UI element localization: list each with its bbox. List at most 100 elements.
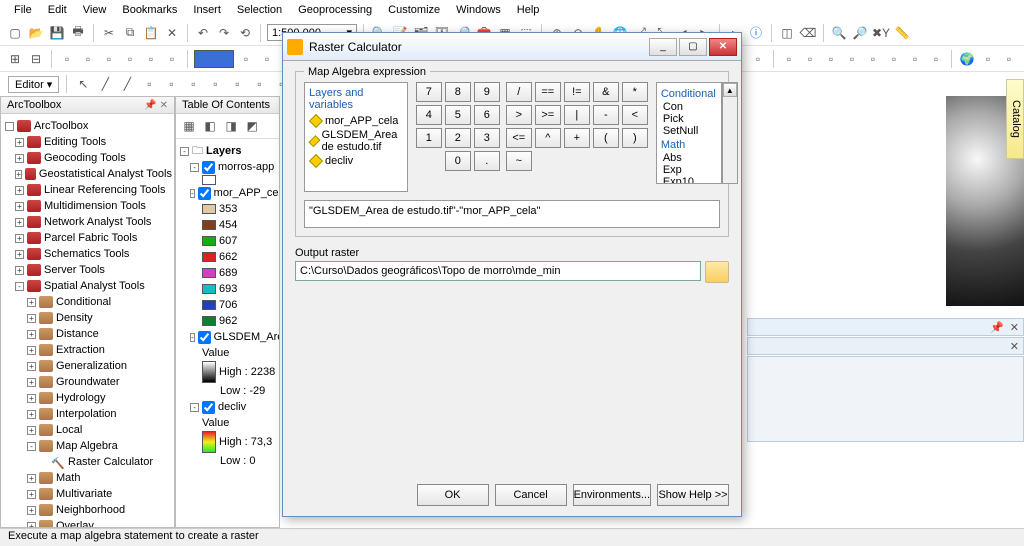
menu-selection[interactable]: Selection xyxy=(233,2,286,18)
pin-icon[interactable]: 📌 ✕ xyxy=(144,100,168,111)
measure-icon[interactable]: 📏 xyxy=(893,24,911,42)
op-btn[interactable]: & xyxy=(593,82,619,102)
key-5[interactable]: 5 xyxy=(445,105,471,125)
ok-button[interactable]: OK xyxy=(417,484,489,506)
save-icon[interactable]: 💾 xyxy=(48,24,66,42)
key-4[interactable]: 4 xyxy=(416,105,442,125)
find-icon[interactable]: 🔍 xyxy=(830,24,848,42)
op-btn[interactable]: - xyxy=(593,105,619,125)
new-icon[interactable]: ▢ xyxy=(6,24,24,42)
ed-ico4[interactable]: ▫ xyxy=(140,75,158,93)
op-btn[interactable]: ) xyxy=(622,128,648,148)
key-.[interactable]: . xyxy=(474,151,500,171)
edit8-icon[interactable]: ▫ xyxy=(258,50,276,68)
select-feat-icon[interactable]: ◫ xyxy=(778,24,796,42)
op-btn[interactable]: == xyxy=(535,82,561,102)
edit5-icon[interactable]: ▫ xyxy=(142,50,160,68)
key-8[interactable]: 8 xyxy=(445,82,471,102)
func-item[interactable]: Exp10 xyxy=(661,176,717,184)
output-raster-input[interactable] xyxy=(295,261,701,281)
identify-icon[interactable]: ⓘ xyxy=(747,24,765,42)
menu-edit[interactable]: Edit xyxy=(44,2,71,18)
na6-icon[interactable]: ▫ xyxy=(885,50,903,68)
editor-dropdown[interactable]: Editor ▾ xyxy=(8,76,59,93)
browse-folder-button[interactable] xyxy=(705,261,729,283)
undo-icon[interactable]: ↶ xyxy=(194,24,212,42)
na9-icon[interactable]: ▫ xyxy=(979,50,997,68)
ed-ico7[interactable]: ▫ xyxy=(206,75,224,93)
edit2-icon[interactable]: ▫ xyxy=(79,50,97,68)
na8-icon[interactable]: ▫ xyxy=(927,50,945,68)
globe-icon[interactable]: 🌍 xyxy=(958,50,976,68)
find-route-icon[interactable]: 🔎 xyxy=(851,24,869,42)
menu-file[interactable]: File xyxy=(10,2,36,18)
ed-ico1[interactable]: ↖ xyxy=(74,75,92,93)
na3-icon[interactable]: ▫ xyxy=(822,50,840,68)
menu-customize[interactable]: Customize xyxy=(384,2,444,18)
layer-item[interactable]: decliv xyxy=(309,154,403,168)
toc-buttons[interactable]: ▦ ◧ ◨ ◩ xyxy=(176,114,279,139)
op-btn[interactable]: <= xyxy=(506,128,532,148)
georef-icon[interactable]: ⊞ xyxy=(6,50,24,68)
op-btn[interactable]: ~ xyxy=(506,151,532,171)
func-item[interactable]: SetNull xyxy=(661,125,717,137)
ed-ico3[interactable]: ╱ xyxy=(118,75,136,93)
print-icon[interactable]: 🖶 xyxy=(69,24,87,42)
docked-panel-3[interactable]: . xyxy=(747,356,1024,442)
key-3[interactable]: 3 xyxy=(474,128,500,148)
edit3-icon[interactable]: ▫ xyxy=(100,50,118,68)
func-item[interactable]: Exp xyxy=(661,164,717,176)
dialog-titlebar[interactable]: Raster Calculator _ ▢ ✕ xyxy=(283,33,741,61)
op-btn[interactable]: < xyxy=(622,105,648,125)
edit4-icon[interactable]: ▫ xyxy=(121,50,139,68)
layer-combo[interactable] xyxy=(194,50,234,68)
func-item[interactable]: Con xyxy=(661,101,717,113)
pin-icon[interactable]: 📌 xyxy=(990,321,1004,334)
op-btn[interactable]: + xyxy=(564,128,590,148)
functions-scrollbar[interactable]: ▲ xyxy=(722,82,738,184)
op-btn[interactable]: * xyxy=(622,82,648,102)
menu-help[interactable]: Help xyxy=(513,2,544,18)
op-btn[interactable]: > xyxy=(506,105,532,125)
edit7-icon[interactable]: ▫ xyxy=(237,50,255,68)
key-7[interactable]: 7 xyxy=(416,82,442,102)
arctoolbox-tree[interactable]: ArcToolbox+Editing Tools+Geocoding Tools… xyxy=(1,114,174,527)
close-button[interactable]: ✕ xyxy=(709,38,737,56)
scroll-up-icon[interactable]: ▲ xyxy=(723,83,737,97)
minimize-button[interactable]: _ xyxy=(649,38,677,56)
docked-panel-1[interactable]: 📌✕ xyxy=(747,318,1024,336)
redo-icon[interactable]: ↷ xyxy=(215,24,233,42)
toc-tree[interactable]: -🗀Layers- morros-app- mor_APP_cela353454… xyxy=(176,139,279,527)
delete-icon[interactable]: ✕ xyxy=(163,24,181,42)
maximize-button[interactable]: ▢ xyxy=(679,38,707,56)
na7-icon[interactable]: ▫ xyxy=(906,50,924,68)
menu-windows[interactable]: Windows xyxy=(452,2,505,18)
close-icon[interactable]: ✕ xyxy=(1010,321,1019,334)
func-item[interactable]: Pick xyxy=(661,113,717,125)
op-btn[interactable]: | xyxy=(564,105,590,125)
ed-ico6[interactable]: ▫ xyxy=(184,75,202,93)
na4-icon[interactable]: ▫ xyxy=(843,50,861,68)
key-2[interactable]: 2 xyxy=(445,128,471,148)
menu-view[interactable]: View xyxy=(79,2,111,18)
na1-icon[interactable]: ▫ xyxy=(780,50,798,68)
georef2-icon[interactable]: ⊟ xyxy=(27,50,45,68)
cancel-button[interactable]: Cancel xyxy=(495,484,567,506)
layer-item[interactable]: mor_APP_cela xyxy=(309,114,403,128)
na2-icon[interactable]: ▫ xyxy=(801,50,819,68)
na10-icon[interactable]: ▫ xyxy=(1000,50,1018,68)
cut-icon[interactable]: ✂ xyxy=(100,24,118,42)
edit6-icon[interactable]: ▫ xyxy=(163,50,181,68)
functions-list[interactable]: ConditionalConPickSetNullMathAbsExpExp10 xyxy=(656,82,722,184)
goto-xy-icon[interactable]: ✖Y xyxy=(872,24,890,42)
menu-geoprocessing[interactable]: Geoprocessing xyxy=(294,2,376,18)
expression-box[interactable]: "GLSDEM_Area de estudo.tif"-"mor_APP_cel… xyxy=(304,200,720,228)
layer-item[interactable]: GLSDEM_Area de estudo.tif xyxy=(309,128,403,154)
menu-bookmarks[interactable]: Bookmarks xyxy=(118,2,181,18)
op-btn[interactable]: ^ xyxy=(535,128,561,148)
sa-ico6[interactable]: ▫ xyxy=(749,50,767,68)
ed-ico5[interactable]: ▫ xyxy=(162,75,180,93)
op-btn[interactable]: >= xyxy=(535,105,561,125)
clear-sel-icon[interactable]: ⌫ xyxy=(799,24,817,42)
key-9[interactable]: 9 xyxy=(474,82,500,102)
